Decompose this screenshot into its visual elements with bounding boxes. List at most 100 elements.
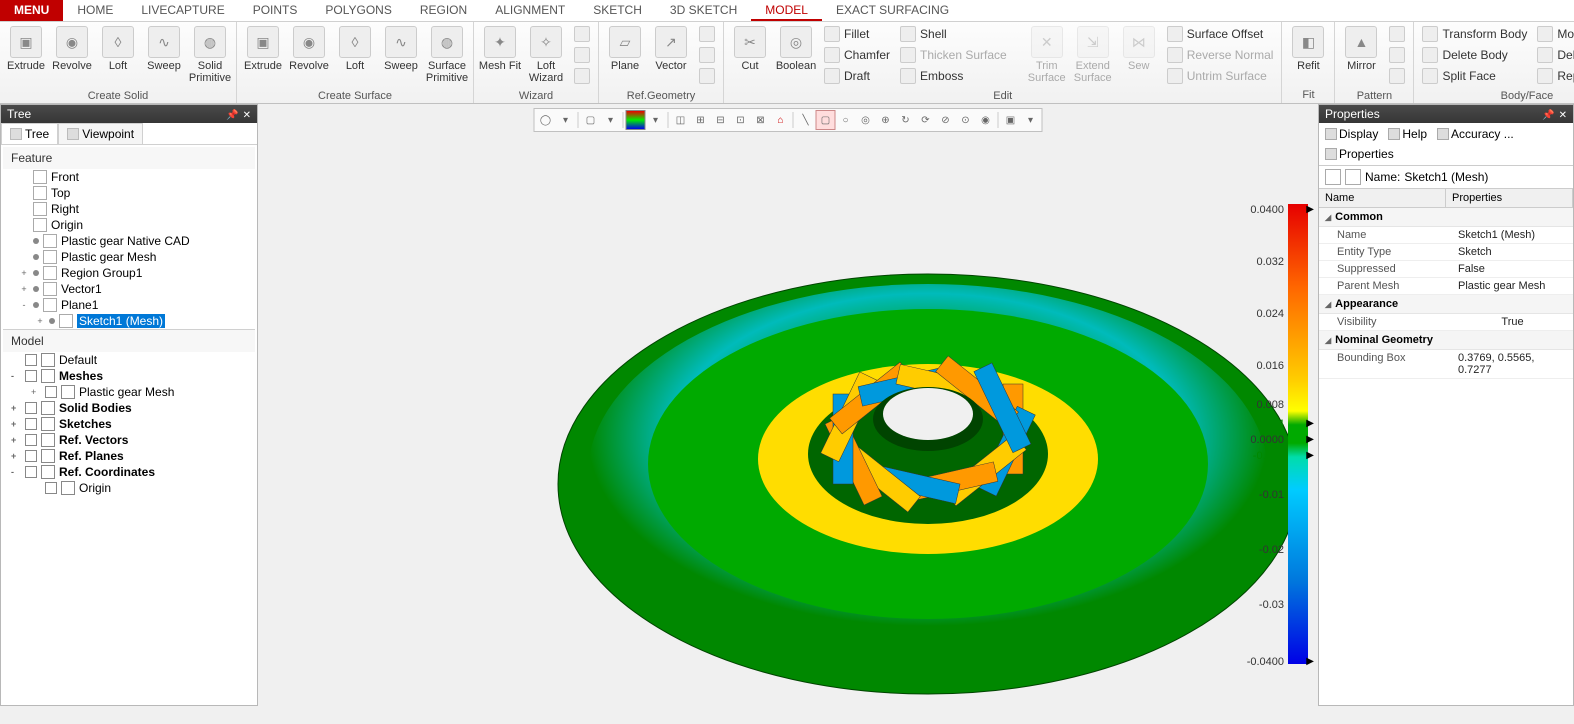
extend-surface-button[interactable]: ⇲Extend Surface	[1071, 24, 1115, 86]
pattern-extra-1[interactable]	[1385, 24, 1409, 44]
visibility-checkbox[interactable]	[25, 354, 37, 366]
properties-category[interactable]: ◢Nominal Geometry	[1319, 331, 1573, 350]
visibility-checkbox[interactable]	[45, 482, 57, 494]
tree-node[interactable]: -Plane1	[3, 297, 255, 313]
expand-icon[interactable]: -	[11, 467, 21, 477]
view-tool[interactable]: ◉	[976, 110, 996, 130]
mirror-button[interactable]: ▲Mirror	[1339, 24, 1383, 74]
properties-row[interactable]: NameSketch1 (Mesh)	[1319, 227, 1573, 244]
view-tool[interactable]: ⌂	[771, 110, 791, 130]
tree-node[interactable]: +Region Group1	[3, 265, 255, 281]
loft-solid-button[interactable]: ◊Loft	[96, 24, 140, 74]
properties-row[interactable]: Bounding Box0.3769, 0.5565, 0.7277	[1319, 350, 1573, 379]
properties-row[interactable]: Entity TypeSketch	[1319, 244, 1573, 261]
pin-icon[interactable]: 📌	[1542, 110, 1554, 121]
tree-node[interactable]: Top	[3, 185, 255, 201]
visibility-checkbox[interactable]	[25, 370, 37, 382]
tab-alignment[interactable]: ALIGNMENT	[481, 0, 579, 21]
view-tool[interactable]: ○	[836, 110, 856, 130]
view-tool[interactable]: ↻	[896, 110, 916, 130]
tab-exactsurfacing[interactable]: EXACT SURFACING	[822, 0, 963, 21]
emboss-button[interactable]: Emboss	[896, 66, 1011, 86]
vector-button[interactable]: ↗Vector	[649, 24, 693, 74]
model-node[interactable]: +Sketches	[3, 416, 255, 432]
model-node[interactable]: +Solid Bodies	[3, 400, 255, 416]
revolve-surface-button[interactable]: ◉Revolve	[287, 24, 331, 74]
pattern-extra-3[interactable]	[1385, 66, 1409, 86]
view-tool[interactable]: ▣	[1001, 110, 1021, 130]
view-tool[interactable]: ⊞	[691, 110, 711, 130]
tree-node[interactable]: Front	[3, 169, 255, 185]
sew-button[interactable]: ⋈Sew	[1117, 24, 1161, 74]
view-tool[interactable]	[626, 110, 646, 130]
tab-polygons[interactable]: POLYGONS	[311, 0, 405, 21]
sort-icon[interactable]	[1325, 169, 1341, 185]
reverse-normal-button[interactable]: Reverse Normal	[1163, 45, 1278, 65]
tab-region[interactable]: REGION	[406, 0, 481, 21]
menu-button[interactable]: MENU	[0, 0, 63, 21]
tree-node[interactable]: Plastic gear Mesh	[3, 249, 255, 265]
tree-tab-tree[interactable]: Tree	[1, 123, 58, 144]
loft-wizard-button[interactable]: ✧Loft Wizard	[524, 24, 568, 86]
view-tool[interactable]: ⊡	[731, 110, 751, 130]
close-icon[interactable]: ✕	[1559, 110, 1567, 121]
thicken-surface-button[interactable]: Thicken Surface	[896, 45, 1011, 65]
pin-icon[interactable]: 📌	[226, 110, 238, 121]
visibility-checkbox[interactable]	[25, 450, 37, 462]
visibility-checkbox[interactable]	[25, 434, 37, 446]
tab-livecapture[interactable]: LIVECAPTURE	[127, 0, 238, 21]
viewport-3d[interactable]: ◯ ▾ ▢ ▾ ▾ ◫ ⊞ ⊟ ⊡ ⊠ ⌂ ╲ ▢ ○ ◎ ⊕ ↻ ⟳ ⊘ ⊙ …	[258, 104, 1318, 706]
view-tool[interactable]: ▾	[556, 110, 576, 130]
properties-tab-help[interactable]: Help	[1384, 125, 1431, 143]
expand-icon[interactable]: +	[11, 419, 21, 429]
refgeo-extra-3[interactable]	[695, 66, 719, 86]
tree-node[interactable]: Origin	[3, 217, 255, 233]
view-tool[interactable]: ▾	[601, 110, 621, 130]
wizard-extra-3[interactable]	[570, 66, 594, 86]
expand-icon[interactable]: -	[11, 371, 21, 381]
split-face-button[interactable]: Split Face	[1418, 66, 1531, 86]
model-node[interactable]: +Ref. Planes	[3, 448, 255, 464]
visibility-checkbox[interactable]	[25, 402, 37, 414]
view-tool[interactable]: ⊟	[711, 110, 731, 130]
tab-model[interactable]: MODEL	[751, 0, 822, 21]
cut-button[interactable]: ✂Cut	[728, 24, 772, 74]
expand-icon[interactable]: +	[11, 435, 21, 445]
view-tool[interactable]: ⊠	[751, 110, 771, 130]
view-tool[interactable]: ▢	[581, 110, 601, 130]
view-tool[interactable]: ╲	[796, 110, 816, 130]
solid-primitive-button[interactable]: ◍Solid Primitive	[188, 24, 232, 86]
properties-category[interactable]: ◢Appearance	[1319, 295, 1573, 314]
extrude-surface-button[interactable]: ▣Extrude	[241, 24, 285, 74]
delete-face-button[interactable]: Delete Face	[1533, 45, 1574, 65]
properties-row[interactable]: SuppressedFalse	[1319, 261, 1573, 278]
properties-tab-accuracy[interactable]: Accuracy ...	[1433, 125, 1518, 143]
az-icon[interactable]	[1345, 169, 1361, 185]
plane-button[interactable]: ▱Plane	[603, 24, 647, 74]
refgeo-extra-2[interactable]	[695, 45, 719, 65]
view-tool[interactable]: ⊘	[936, 110, 956, 130]
properties-tab-properties[interactable]: Properties	[1321, 145, 1398, 163]
model-node[interactable]: Default	[3, 352, 255, 368]
delete-body-button[interactable]: Delete Body	[1418, 45, 1531, 65]
tree-node[interactable]: +Sketch1 (Mesh)	[3, 313, 255, 329]
sweep-surface-button[interactable]: ∿Sweep	[379, 24, 423, 74]
view-tool[interactable]: ⟳	[916, 110, 936, 130]
surface-primitive-button[interactable]: ◍Surface Primitive	[425, 24, 469, 86]
mesh-fit-button[interactable]: ✦Mesh Fit	[478, 24, 522, 74]
model-node[interactable]: Origin	[3, 480, 255, 496]
extrude-solid-button[interactable]: ▣Extrude	[4, 24, 48, 74]
expand-icon[interactable]: +	[19, 284, 29, 294]
view-tool[interactable]: ◎	[856, 110, 876, 130]
view-tool[interactable]: ⊕	[876, 110, 896, 130]
expand-icon[interactable]: +	[31, 387, 41, 397]
tree-node[interactable]: Right	[3, 201, 255, 217]
tree-node[interactable]: +Vector1	[3, 281, 255, 297]
tree-tab-viewpoint[interactable]: Viewpoint	[58, 123, 143, 144]
expand-icon[interactable]: +	[11, 403, 21, 413]
revolve-solid-button[interactable]: ◉Revolve	[50, 24, 94, 74]
properties-tab-display[interactable]: Display	[1321, 125, 1382, 143]
properties-category[interactable]: ◢Common	[1319, 208, 1573, 227]
loft-surface-button[interactable]: ◊Loft	[333, 24, 377, 74]
boolean-button[interactable]: ◎Boolean	[774, 24, 818, 74]
